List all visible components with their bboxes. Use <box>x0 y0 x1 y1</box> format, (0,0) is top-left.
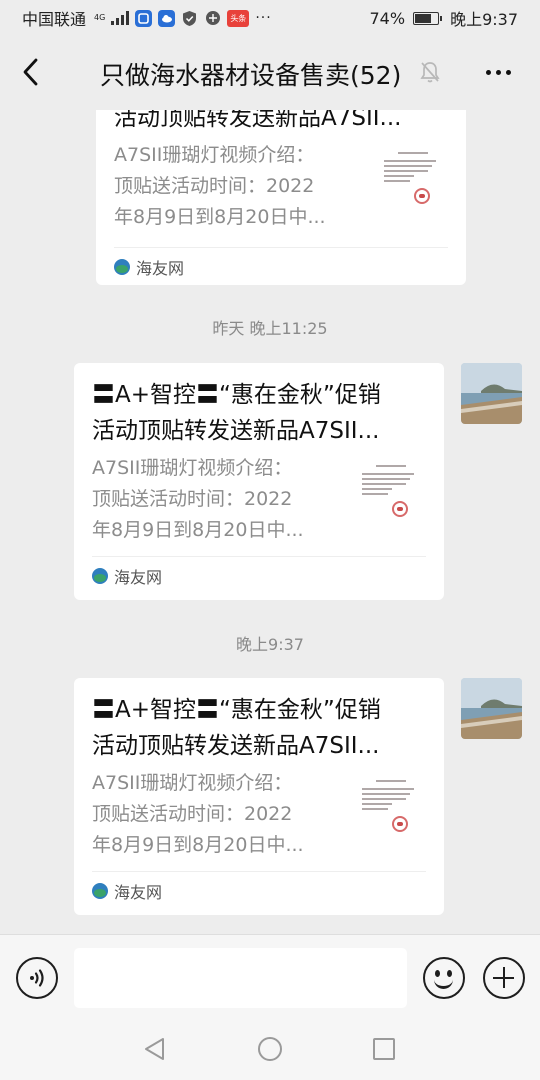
card-body: A7SII珊瑚灯视频介绍： 顶贴送活动时间：2022 年8月9日到8月20日中.… <box>114 140 448 233</box>
battery-percent: 74% <box>369 8 406 28</box>
card-source: 海友网 <box>114 567 163 587</box>
seal-icon <box>392 501 408 517</box>
card-desc-line: 年8月9日到8月20日中... <box>114 206 326 228</box>
shield-notification-icon <box>181 10 198 27</box>
nav-home-icon[interactable] <box>258 1037 282 1061</box>
status-right: 74% 晚上9:37 <box>370 6 519 30</box>
source-logo-icon <box>114 258 130 275</box>
card-footer: 海友网 <box>92 871 426 909</box>
emoji-icon <box>435 970 440 977</box>
system-nav-bar <box>0 1020 540 1080</box>
network-type: 4G <box>94 13 106 22</box>
timestamp: 晚上9:37 <box>236 635 304 654</box>
card-source: 海友网 <box>114 882 163 902</box>
cloud-notification-icon <box>158 9 176 27</box>
link-card[interactable]: 活动顶贴转发送新品A7SII... A7SII珊瑚灯视频介绍： 顶贴送活动时间：… <box>96 110 466 285</box>
card-footer: 海友网 <box>114 247 448 285</box>
card-thumbnail <box>380 146 448 214</box>
card-thumbnail <box>358 774 426 842</box>
message-list[interactable]: 活动顶贴转发送新品A7SII... A7SII珊瑚灯视频介绍： 顶贴送活动时间：… <box>0 110 540 934</box>
voice-icon <box>30 969 44 987</box>
vpn-notification-icon <box>204 10 221 27</box>
card-title-line: 活动顶贴转发送新品A7SII... <box>92 418 380 444</box>
card-description: A7SII珊瑚灯视频介绍： 顶贴送活动时间：2022 年8月9日到8月20日中.… <box>92 453 342 546</box>
card-title-line: 活动顶贴转发送新品A7SII... <box>114 110 402 131</box>
clock: 晚上9:37 <box>450 10 518 29</box>
timestamp: 昨天 晚上11:25 <box>212 319 328 338</box>
message-input[interactable] <box>74 948 407 1008</box>
card-footer: 海友网 <box>92 556 426 594</box>
source-logo-icon <box>92 882 108 899</box>
more-notifications-indicator: ··· <box>255 10 272 26</box>
bell-muted-icon <box>418 58 442 86</box>
source-logo-icon <box>92 567 108 584</box>
more-button[interactable] <box>478 58 518 86</box>
back-button[interactable] <box>14 56 46 88</box>
card-desc-line: 顶贴送活动时间：2022 <box>92 488 293 510</box>
seal-icon <box>414 188 430 204</box>
avatar[interactable] <box>461 678 522 739</box>
more-dots-icon <box>485 69 491 75</box>
card-title: 〓A+智控〓“惠在金秋”促销 活动顶贴转发送新品A7SII... <box>92 692 424 764</box>
avatar[interactable] <box>461 363 522 424</box>
nav-back-icon[interactable] <box>142 1036 168 1062</box>
card-title: 〓A+智控〓“惠在金秋”促销 活动顶贴转发送新品A7SII... <box>92 377 424 449</box>
plus-button[interactable] <box>483 957 525 999</box>
card-body: A7SII珊瑚灯视频介绍： 顶贴送活动时间：2022 年8月9日到8月20日中.… <box>92 453 426 546</box>
nav-recents-icon[interactable] <box>373 1038 395 1060</box>
card-desc-line: A7SII珊瑚灯视频介绍： <box>92 457 293 479</box>
back-arrow-icon <box>23 58 38 86</box>
app-notification-icon <box>135 9 153 27</box>
card-title-line: 活动顶贴转发送新品A7SII... <box>92 733 380 759</box>
card-desc-line: A7SII珊瑚灯视频介绍： <box>92 772 293 794</box>
card-source: 海友网 <box>136 258 185 278</box>
voice-button[interactable] <box>16 957 58 999</box>
seal-icon <box>392 816 408 832</box>
status-left: 中国联通 4G 头条 ··· <box>22 6 272 30</box>
emoji-button[interactable] <box>423 957 465 999</box>
card-desc-line: A7SII珊瑚灯视频介绍： <box>114 144 315 166</box>
card-title-line: 〓A+智控〓“惠在金秋”促销 <box>92 697 381 723</box>
card-description: A7SII珊瑚灯视频介绍： 顶贴送活动时间：2022 年8月9日到8月20日中.… <box>114 140 364 233</box>
input-bar <box>0 934 540 1020</box>
chat-header: 只做海水器材设备售卖(52) <box>0 36 540 110</box>
battery-icon <box>413 11 443 25</box>
signal-icon <box>111 11 130 25</box>
page-title: 只做海水器材设备售卖(52) <box>100 61 402 90</box>
card-desc-line: 顶贴送活动时间：2022 <box>114 175 315 197</box>
toutiao-notification-icon: 头条 <box>227 9 250 27</box>
status-bar: 中国联通 4G 头条 ··· 74% 晚上9:37 <box>0 0 540 36</box>
card-desc-line: 顶贴送活动时间：2022 <box>92 803 293 825</box>
carrier-label: 中国联通 <box>22 10 87 29</box>
link-card[interactable]: 〓A+智控〓“惠在金秋”促销 活动顶贴转发送新品A7SII... A7SII珊瑚… <box>74 678 444 915</box>
link-card[interactable]: 〓A+智控〓“惠在金秋”促销 活动顶贴转发送新品A7SII... A7SII珊瑚… <box>74 363 444 600</box>
card-thumbnail <box>358 459 426 527</box>
card-body: A7SII珊瑚灯视频介绍： 顶贴送活动时间：2022 年8月9日到8月20日中.… <box>92 768 426 861</box>
card-desc-line: 年8月9日到8月20日中... <box>92 834 304 856</box>
card-description: A7SII珊瑚灯视频介绍： 顶贴送活动时间：2022 年8月9日到8月20日中.… <box>92 768 342 861</box>
card-title: 活动顶贴转发送新品A7SII... <box>114 110 446 136</box>
card-desc-line: 年8月9日到8月20日中... <box>92 519 304 541</box>
card-title-line: 〓A+智控〓“惠在金秋”促销 <box>92 382 381 408</box>
